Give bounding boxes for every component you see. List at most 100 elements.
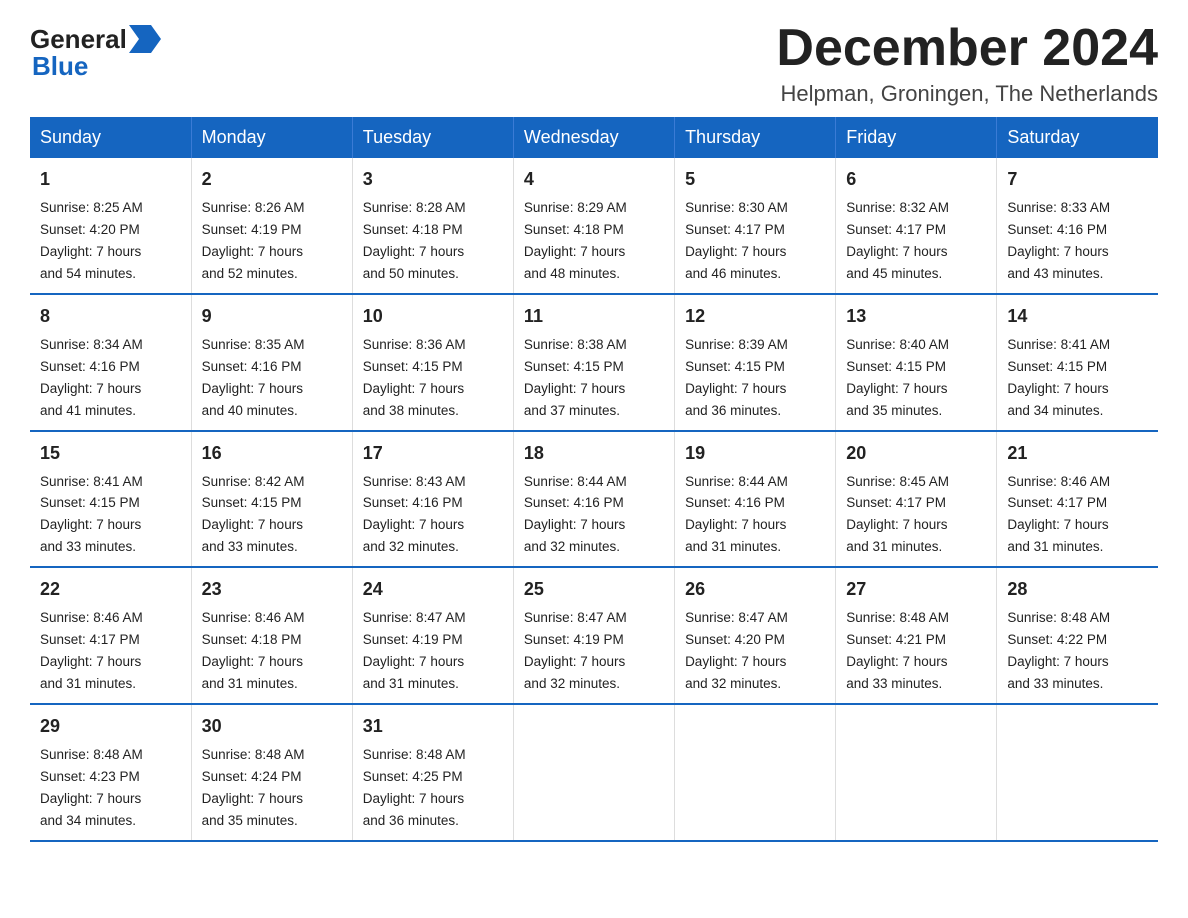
calendar-cell: 25Sunrise: 8:47 AMSunset: 4:19 PMDayligh… bbox=[513, 567, 674, 704]
day-number: 18 bbox=[524, 440, 664, 467]
header-thursday: Thursday bbox=[675, 117, 836, 158]
calendar-cell: 30 Sunrise: 8:48 AMSunset: 4:24 PMDayligh… bbox=[191, 704, 352, 841]
logo-general: General bbox=[30, 26, 127, 52]
week-row-4: 22 Sunrise: 8:46 AMSunset: 4:17 PMDayligh… bbox=[30, 567, 1158, 704]
day-info: Sunrise: 8:25 AMSunset: 4:20 PMDaylight:… bbox=[40, 200, 143, 281]
day-info: Sunrise: 8:46 AMSunset: 4:17 PMDaylight:… bbox=[40, 610, 143, 691]
day-number: 16 bbox=[202, 440, 342, 467]
day-number: 29 bbox=[40, 713, 181, 740]
calendar-cell: 28 Sunrise: 8:48 AMSunset: 4:22 PMDayligh… bbox=[997, 567, 1158, 704]
day-info: Sunrise: 8:26 AMSunset: 4:19 PMDaylight:… bbox=[202, 200, 305, 281]
calendar-table: SundayMondayTuesdayWednesdayThursdayFrid… bbox=[30, 117, 1158, 841]
day-number: 11 bbox=[524, 303, 664, 330]
day-info: Sunrise: 8:46 AMSunset: 4:17 PMDaylight:… bbox=[1007, 474, 1110, 555]
header: General Blue December 2024 Helpman, Gron… bbox=[30, 20, 1158, 107]
calendar-cell: 8 Sunrise: 8:34 AMSunset: 4:16 PMDaylight… bbox=[30, 294, 191, 431]
calendar-cell bbox=[675, 704, 836, 841]
calendar-cell: 10 Sunrise: 8:36 AMSunset: 4:15 PMDayligh… bbox=[352, 294, 513, 431]
calendar-cell: 24Sunrise: 8:47 AMSunset: 4:19 PMDayligh… bbox=[352, 567, 513, 704]
day-number: 25 bbox=[524, 576, 664, 603]
calendar-cell bbox=[836, 704, 997, 841]
day-info: Sunrise: 8:44 AMSunset: 4:16 PMDaylight:… bbox=[685, 474, 788, 555]
day-number: 22 bbox=[40, 576, 181, 603]
day-info: Sunrise: 8:39 AMSunset: 4:15 PMDaylight:… bbox=[685, 337, 788, 418]
day-number: 28 bbox=[1007, 576, 1148, 603]
day-info: Sunrise: 8:48 AMSunset: 4:22 PMDaylight:… bbox=[1007, 610, 1110, 691]
day-info: Sunrise: 8:46 AMSunset: 4:18 PMDaylight:… bbox=[202, 610, 305, 691]
day-info: Sunrise: 8:48 AMSunset: 4:21 PMDaylight:… bbox=[846, 610, 949, 691]
calendar-cell: 23 Sunrise: 8:46 AMSunset: 4:18 PMDayligh… bbox=[191, 567, 352, 704]
day-number: 10 bbox=[363, 303, 503, 330]
header-tuesday: Tuesday bbox=[352, 117, 513, 158]
day-number: 13 bbox=[846, 303, 986, 330]
day-number: 24 bbox=[363, 576, 503, 603]
calendar-cell: 1 Sunrise: 8:25 AMSunset: 4:20 PMDaylight… bbox=[30, 158, 191, 294]
calendar-cell: 3 Sunrise: 8:28 AMSunset: 4:18 PMDaylight… bbox=[352, 158, 513, 294]
calendar-cell: 20 Sunrise: 8:45 AMSunset: 4:17 PMDayligh… bbox=[836, 431, 997, 568]
calendar-cell: 2 Sunrise: 8:26 AMSunset: 4:19 PMDaylight… bbox=[191, 158, 352, 294]
day-info: Sunrise: 8:48 AMSunset: 4:24 PMDaylight:… bbox=[202, 747, 305, 828]
day-number: 30 bbox=[202, 713, 342, 740]
logo: General Blue bbox=[30, 20, 163, 82]
week-row-3: 15Sunrise: 8:41 AMSunset: 4:15 PMDayligh… bbox=[30, 431, 1158, 568]
logo-arrow-icon bbox=[129, 25, 161, 53]
day-number: 20 bbox=[846, 440, 986, 467]
calendar-cell: 14 Sunrise: 8:41 AMSunset: 4:15 PMDayligh… bbox=[997, 294, 1158, 431]
day-info: Sunrise: 8:41 AMSunset: 4:15 PMDaylight:… bbox=[1007, 337, 1110, 418]
day-number: 19 bbox=[685, 440, 825, 467]
day-number: 9 bbox=[202, 303, 342, 330]
day-number: 27 bbox=[846, 576, 986, 603]
day-info: Sunrise: 8:45 AMSunset: 4:17 PMDaylight:… bbox=[846, 474, 949, 555]
logo-text: General bbox=[30, 25, 163, 53]
day-info: Sunrise: 8:36 AMSunset: 4:15 PMDaylight:… bbox=[363, 337, 466, 418]
day-info: Sunrise: 8:44 AMSunset: 4:16 PMDaylight:… bbox=[524, 474, 627, 555]
calendar-cell: 31 Sunrise: 8:48 AMSunset: 4:25 PMDayligh… bbox=[352, 704, 513, 841]
day-info: Sunrise: 8:48 AMSunset: 4:25 PMDaylight:… bbox=[363, 747, 466, 828]
calendar-cell: 26 Sunrise: 8:47 AMSunset: 4:20 PMDayligh… bbox=[675, 567, 836, 704]
day-number: 21 bbox=[1007, 440, 1148, 467]
day-info: Sunrise: 8:40 AMSunset: 4:15 PMDaylight:… bbox=[846, 337, 949, 418]
day-number: 1 bbox=[40, 166, 181, 193]
day-number: 26 bbox=[685, 576, 825, 603]
calendar-cell: 22 Sunrise: 8:46 AMSunset: 4:17 PMDayligh… bbox=[30, 567, 191, 704]
calendar-cell: 13 Sunrise: 8:40 AMSunset: 4:15 PMDayligh… bbox=[836, 294, 997, 431]
day-number: 12 bbox=[685, 303, 825, 330]
calendar-title: December 2024 bbox=[776, 20, 1158, 77]
calendar-cell: 17 Sunrise: 8:43 AMSunset: 4:16 PMDayligh… bbox=[352, 431, 513, 568]
day-info: Sunrise: 8:32 AMSunset: 4:17 PMDaylight:… bbox=[846, 200, 949, 281]
day-number: 4 bbox=[524, 166, 664, 193]
header-sunday: Sunday bbox=[30, 117, 191, 158]
calendar-cell: 7Sunrise: 8:33 AMSunset: 4:16 PMDaylight… bbox=[997, 158, 1158, 294]
day-number: 17 bbox=[363, 440, 503, 467]
header-saturday: Saturday bbox=[997, 117, 1158, 158]
calendar-cell: 29Sunrise: 8:48 AMSunset: 4:23 PMDayligh… bbox=[30, 704, 191, 841]
day-number: 8 bbox=[40, 303, 181, 330]
calendar-cell: 19 Sunrise: 8:44 AMSunset: 4:16 PMDayligh… bbox=[675, 431, 836, 568]
day-info: Sunrise: 8:47 AMSunset: 4:20 PMDaylight:… bbox=[685, 610, 788, 691]
day-info: Sunrise: 8:43 AMSunset: 4:16 PMDaylight:… bbox=[363, 474, 466, 555]
day-info: Sunrise: 8:33 AMSunset: 4:16 PMDaylight:… bbox=[1007, 200, 1110, 281]
calendar-cell: 27 Sunrise: 8:48 AMSunset: 4:21 PMDayligh… bbox=[836, 567, 997, 704]
day-number: 3 bbox=[363, 166, 503, 193]
day-info: Sunrise: 8:30 AMSunset: 4:17 PMDaylight:… bbox=[685, 200, 788, 281]
week-row-1: 1 Sunrise: 8:25 AMSunset: 4:20 PMDaylight… bbox=[30, 158, 1158, 294]
day-number: 6 bbox=[846, 166, 986, 193]
day-number: 31 bbox=[363, 713, 503, 740]
calendar-cell: 16 Sunrise: 8:42 AMSunset: 4:15 PMDayligh… bbox=[191, 431, 352, 568]
day-info: Sunrise: 8:34 AMSunset: 4:16 PMDaylight:… bbox=[40, 337, 143, 418]
calendar-cell: 6 Sunrise: 8:32 AMSunset: 4:17 PMDaylight… bbox=[836, 158, 997, 294]
header-friday: Friday bbox=[836, 117, 997, 158]
calendar-subtitle: Helpman, Groningen, The Netherlands bbox=[776, 81, 1158, 107]
day-info: Sunrise: 8:28 AMSunset: 4:18 PMDaylight:… bbox=[363, 200, 466, 281]
calendar-cell: 11 Sunrise: 8:38 AMSunset: 4:15 PMDayligh… bbox=[513, 294, 674, 431]
day-info: Sunrise: 8:35 AMSunset: 4:16 PMDaylight:… bbox=[202, 337, 305, 418]
calendar-cell: 12 Sunrise: 8:39 AMSunset: 4:15 PMDayligh… bbox=[675, 294, 836, 431]
day-info: Sunrise: 8:42 AMSunset: 4:15 PMDaylight:… bbox=[202, 474, 305, 555]
header-monday: Monday bbox=[191, 117, 352, 158]
day-info: Sunrise: 8:29 AMSunset: 4:18 PMDaylight:… bbox=[524, 200, 627, 281]
day-number: 23 bbox=[202, 576, 342, 603]
day-info: Sunrise: 8:38 AMSunset: 4:15 PMDaylight:… bbox=[524, 337, 627, 418]
day-number: 2 bbox=[202, 166, 342, 193]
day-number: 5 bbox=[685, 166, 825, 193]
day-number: 14 bbox=[1007, 303, 1148, 330]
